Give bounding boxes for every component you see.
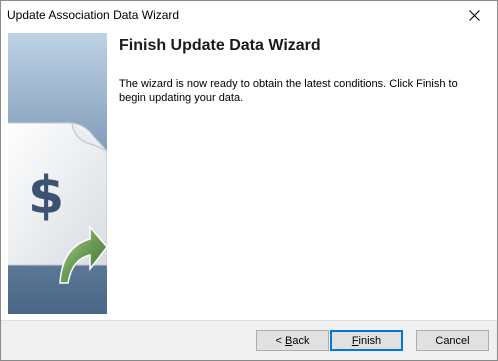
window-title: Update Association Data Wizard xyxy=(7,8,180,22)
finish-button[interactable]: Finish xyxy=(330,330,403,351)
back-button-accel: B xyxy=(285,334,293,347)
page-description: The wizard is now ready to obtain the la… xyxy=(119,78,458,104)
page-heading: Finish Update Data Wizard xyxy=(119,37,321,54)
button-bar: < Back Finish Cancel xyxy=(1,320,497,360)
close-icon xyxy=(468,9,480,21)
wizard-window: Update Association Data Wizard $ Finish … xyxy=(0,0,498,361)
close-button[interactable] xyxy=(451,1,497,29)
back-button-prefix: < xyxy=(275,334,285,347)
finish-button-accel: F xyxy=(351,334,359,347)
back-button[interactable]: < Back xyxy=(256,330,329,351)
finish-button-rest: inish xyxy=(358,334,382,347)
wizard-side-banner: $ xyxy=(8,33,107,314)
dollar-sign-icon: $ xyxy=(28,166,64,226)
back-button-rest: ack xyxy=(292,334,310,347)
title-bar[interactable]: Update Association Data Wizard xyxy=(1,1,497,29)
cancel-button[interactable]: Cancel xyxy=(416,330,489,351)
